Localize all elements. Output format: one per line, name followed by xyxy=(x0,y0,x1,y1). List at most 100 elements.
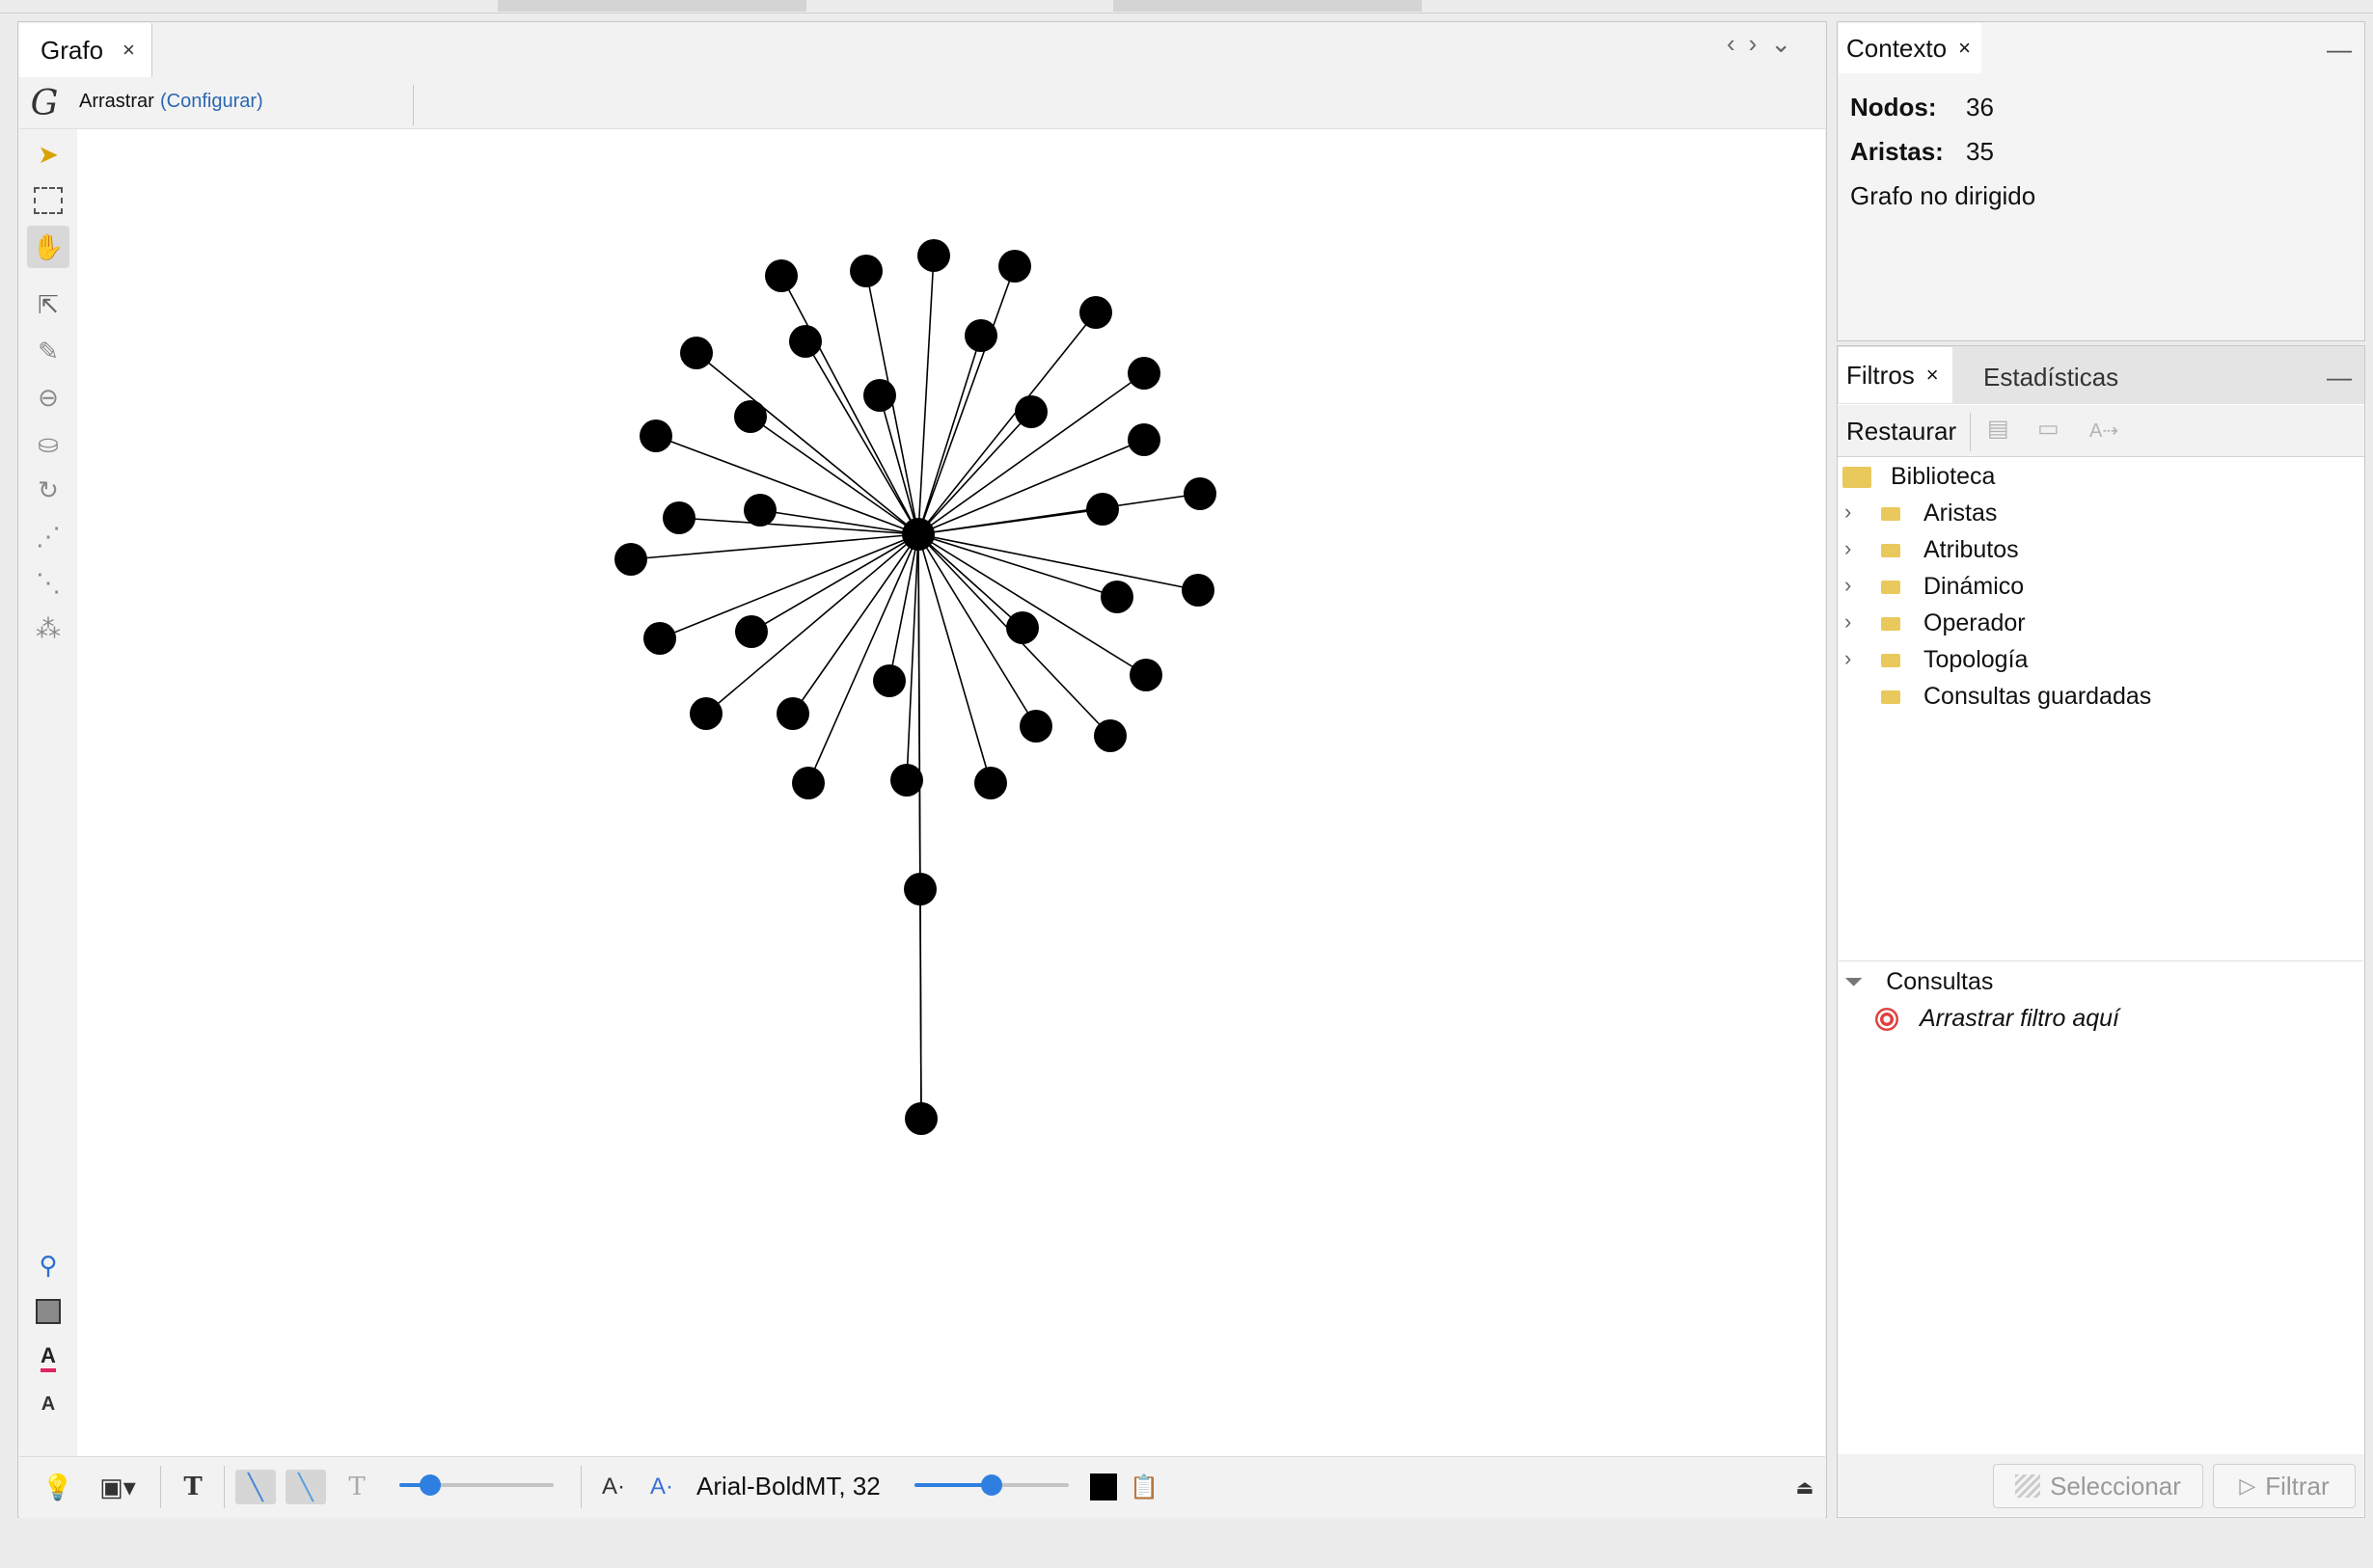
tab-estadisticas[interactable]: Estadísticas xyxy=(1983,363,2118,392)
edge-scale-slider[interactable] xyxy=(399,1474,554,1496)
eject-icon[interactable]: ⏏ xyxy=(1790,1470,1819,1504)
node[interactable] xyxy=(863,379,896,412)
font-color-icon[interactable]: A· xyxy=(644,1470,679,1504)
edge-color-icon[interactable]: ╲ xyxy=(286,1470,326,1504)
node[interactable] xyxy=(1182,574,1214,607)
node[interactable] xyxy=(1101,581,1133,613)
rect-select-icon[interactable] xyxy=(27,179,69,222)
shortest-path-icon[interactable]: ⁂ xyxy=(27,608,69,650)
node[interactable] xyxy=(735,615,768,648)
graph-canvas[interactable] xyxy=(77,129,1825,1456)
lightbulb-icon[interactable]: 💡 xyxy=(39,1470,77,1504)
node[interactable] xyxy=(965,319,997,352)
tree-item-aristas[interactable]: Aristas xyxy=(1881,500,1997,527)
node[interactable] xyxy=(765,259,798,292)
show-edges-icon[interactable]: ╲ xyxy=(235,1470,276,1504)
node[interactable] xyxy=(777,697,809,730)
node[interactable] xyxy=(1079,296,1112,329)
show-labels-icon[interactable]: T xyxy=(174,1470,212,1504)
node[interactable] xyxy=(640,419,672,452)
zoom-icon[interactable]: ⚲ xyxy=(27,1244,69,1286)
font-size-icon[interactable]: A· xyxy=(596,1470,631,1504)
tree-item-operador[interactable]: Operador xyxy=(1881,609,2026,637)
font-label[interactable]: Arial-BoldMT, 32 xyxy=(696,1472,881,1501)
configure-link[interactable]: (Configurar) xyxy=(160,91,263,113)
background-color-icon[interactable] xyxy=(27,1290,69,1333)
auto-refresh-icon[interactable]: A⇢ xyxy=(2089,419,2118,443)
node[interactable] xyxy=(1020,710,1052,743)
add-edge-icon[interactable]: ⋱ xyxy=(27,561,69,604)
chevron-right-icon[interactable]: › xyxy=(1844,500,1851,525)
add-node-icon[interactable]: ⋰ xyxy=(27,515,69,557)
node[interactable] xyxy=(734,400,767,433)
node[interactable] xyxy=(1130,659,1162,691)
bucket-icon[interactable]: ⛀ xyxy=(27,422,69,465)
minimize-icon[interactable]: — xyxy=(2327,363,2352,392)
tree-library[interactable]: Biblioteca xyxy=(1842,463,1995,491)
tab-contexto[interactable]: Contexto × xyxy=(1839,23,1981,73)
label-size-icon[interactable]: A xyxy=(27,1383,69,1425)
tree-item-topologia[interactable]: Topología xyxy=(1881,646,2028,674)
tree-item-saved-queries[interactable]: Consultas guardadas xyxy=(1881,683,2151,711)
close-icon[interactable]: × xyxy=(1926,363,1939,388)
resize-icon[interactable]: ⊖ xyxy=(27,376,69,419)
strip-tab-1[interactable] xyxy=(498,0,806,12)
node[interactable] xyxy=(873,664,906,697)
graph-visualization[interactable] xyxy=(77,129,1825,1456)
node[interactable] xyxy=(904,873,937,906)
chevron-right-icon[interactable]: › xyxy=(1844,573,1851,598)
close-icon[interactable]: × xyxy=(123,38,135,63)
node[interactable] xyxy=(890,764,923,797)
tree-item-dinamico[interactable]: Dinámico xyxy=(1881,573,2024,601)
font-size-slider[interactable] xyxy=(914,1474,1069,1496)
rotate-icon[interactable]: ↻ xyxy=(27,469,69,511)
label-color-icon[interactable]: A xyxy=(27,1337,69,1379)
node[interactable] xyxy=(905,1102,938,1135)
node[interactable] xyxy=(998,250,1031,283)
node[interactable] xyxy=(643,622,676,655)
close-icon[interactable]: × xyxy=(1958,36,1971,61)
label-color-swatch[interactable] xyxy=(1088,1470,1119,1504)
export-icon[interactable]: ▤ xyxy=(1987,415,2009,443)
drag-hand-icon[interactable]: ✋ xyxy=(27,226,69,268)
save-filter-icon[interactable]: ▭ xyxy=(2037,415,2059,443)
chevron-right-icon[interactable]: › xyxy=(1844,609,1851,635)
restore-button[interactable]: Restaurar xyxy=(1846,417,1956,446)
chevron-right-icon[interactable]: › xyxy=(1844,646,1851,671)
cursor-icon[interactable]: ➤ xyxy=(27,133,69,176)
node[interactable] xyxy=(1015,395,1048,428)
node[interactable] xyxy=(690,697,723,730)
select-query-icon[interactable]: ⇱ xyxy=(27,284,69,326)
chevron-left-icon[interactable]: ‹ xyxy=(1727,29,1749,58)
tab-grafo[interactable]: Grafo × xyxy=(19,23,152,77)
node[interactable] xyxy=(1184,477,1216,510)
node[interactable] xyxy=(663,501,696,534)
minimize-icon[interactable]: — xyxy=(2327,35,2352,65)
chevron-right-icon[interactable]: › xyxy=(1844,536,1851,561)
chevron-down-icon[interactable]: ⌄ xyxy=(1770,29,1805,58)
tree-item-atributos[interactable]: Atributos xyxy=(1881,536,2019,564)
edge-labels-icon[interactable]: T xyxy=(338,1470,376,1504)
chevron-right-icon[interactable]: › xyxy=(1749,29,1771,58)
queries-root[interactable]: ⏷ Consultas xyxy=(1844,968,1993,996)
node[interactable] xyxy=(917,239,950,272)
node[interactable] xyxy=(1006,611,1039,644)
node[interactable] xyxy=(792,767,825,799)
tab-filtros[interactable]: Filtros × xyxy=(1839,347,1952,403)
select-button[interactable]: Seleccionar xyxy=(1993,1464,2203,1508)
node[interactable] xyxy=(789,325,822,358)
node[interactable] xyxy=(614,543,647,576)
node[interactable] xyxy=(680,337,713,369)
node[interactable] xyxy=(1094,719,1127,752)
clipboard-icon[interactable]: 📋 xyxy=(1127,1470,1161,1504)
node-center[interactable] xyxy=(902,518,935,551)
painter-icon[interactable]: ✎ xyxy=(27,330,69,372)
node[interactable] xyxy=(850,255,883,287)
node[interactable] xyxy=(1086,493,1119,526)
filter-button[interactable]: ▷ Filtrar xyxy=(2213,1464,2356,1508)
node[interactable] xyxy=(1128,423,1160,456)
node[interactable] xyxy=(1128,357,1160,390)
node[interactable] xyxy=(744,494,777,527)
screenshot-icon[interactable]: ▣▾ xyxy=(89,1470,147,1504)
node[interactable] xyxy=(974,767,1007,799)
